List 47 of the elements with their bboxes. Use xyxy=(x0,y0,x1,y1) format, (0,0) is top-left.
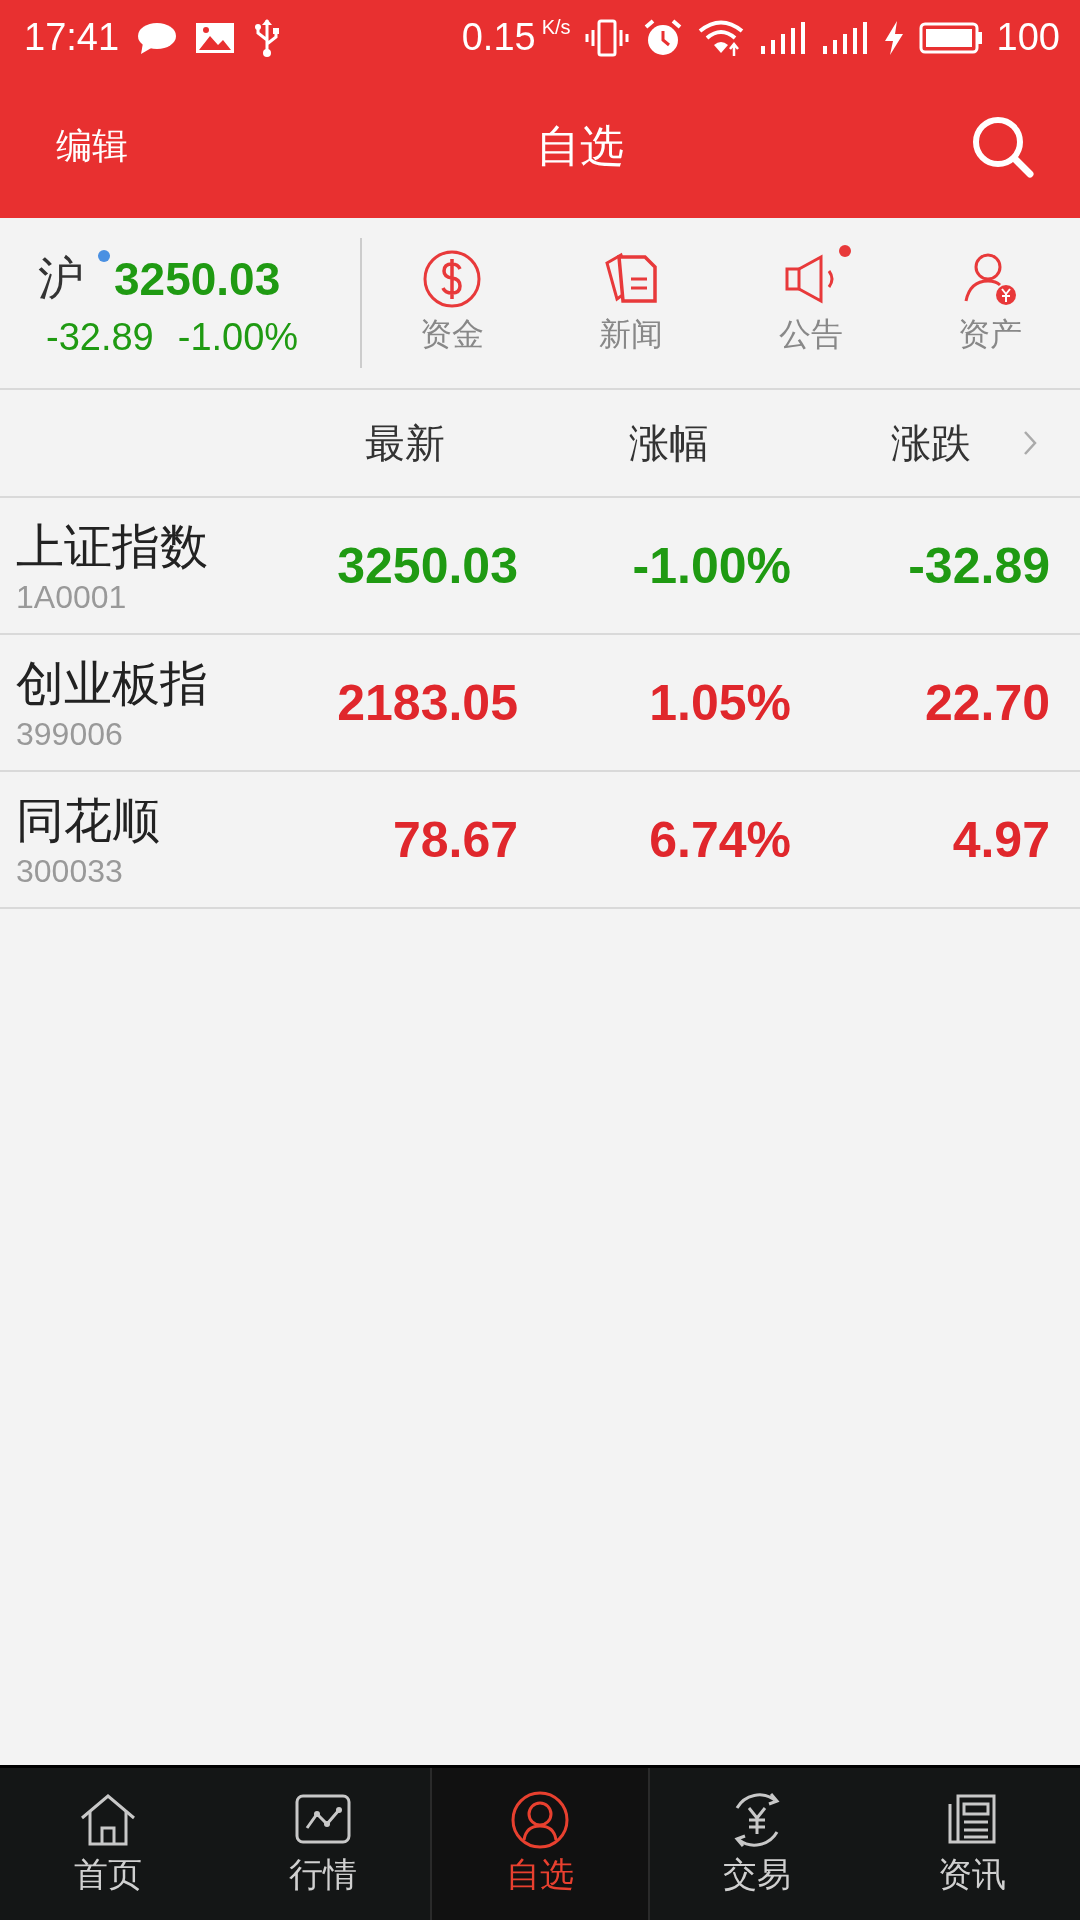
change-cell-text: 4.97 xyxy=(951,810,1050,869)
percent-cell-text: 1.05% xyxy=(648,673,791,732)
vibrate-icon xyxy=(584,17,629,58)
stock-code: 300033 xyxy=(16,853,124,890)
wifi-icon xyxy=(696,17,745,58)
user-circle-icon xyxy=(510,1790,570,1850)
nav-tab[interactable]: 行情 xyxy=(215,1768,431,1920)
stock-name: 上证指数 xyxy=(16,517,209,576)
stock-row[interactable]: 上证指数 1A0001 3250.03 -1.00% -32.89 xyxy=(0,498,1080,635)
signal-icon xyxy=(820,19,869,56)
column-header[interactable]: 最新 xyxy=(250,415,445,471)
chevron-right-icon xyxy=(1023,430,1037,456)
change-cell-text: 22.70 xyxy=(923,673,1050,732)
column-header[interactable]: 涨幅 xyxy=(445,415,709,471)
stock-row[interactable]: 创业板指 399006 2183.05 1.05% 22.70 xyxy=(0,635,1080,772)
status-time: 17:41 xyxy=(24,16,120,59)
stock-code: 399006 xyxy=(16,716,124,753)
dollar-coin-icon xyxy=(421,249,482,309)
nav-tab[interactable]: 首页 xyxy=(0,1768,216,1920)
index-summary[interactable]: 沪 3250.03 -32.89 -1.00% xyxy=(0,247,360,359)
stock-name: 创业板指 xyxy=(16,654,209,713)
nav-tab[interactable]: 资讯 xyxy=(864,1768,1080,1920)
index-change: -32.89 xyxy=(46,315,154,359)
index-percent: -1.00% xyxy=(177,315,299,359)
index-value: 3250.03 xyxy=(114,251,281,306)
charging-icon xyxy=(882,19,905,56)
percent-cell-text: 6.74% xyxy=(648,810,791,869)
price-cell-text: 3250.03 xyxy=(336,536,518,595)
chat-bubble-icon xyxy=(137,20,178,55)
price-cell-text: 78.67 xyxy=(391,810,518,869)
nav-tab[interactable]: 自选 xyxy=(430,1768,650,1920)
alarm-clock-icon xyxy=(642,17,683,58)
index-name: 沪 xyxy=(38,249,84,307)
page-title: 自选 xyxy=(536,119,624,173)
image-icon xyxy=(195,21,236,54)
price-cell-text: 2183.05 xyxy=(336,673,518,732)
percent-cell-text: -1.00% xyxy=(631,536,791,595)
edit-button[interactable]: 编辑 xyxy=(40,112,144,181)
battery-icon xyxy=(918,21,983,54)
battery-level: 100 xyxy=(996,16,1060,59)
signal-icon xyxy=(758,19,807,56)
stock-row[interactable]: 同花顺 300033 78.67 6.74% 4.97 xyxy=(0,772,1080,909)
change-cell-text: -32.89 xyxy=(907,536,1050,595)
usb-icon xyxy=(253,17,282,58)
stock-code: 1A0001 xyxy=(16,579,128,616)
nav-tab[interactable]: 交易 xyxy=(649,1768,865,1920)
stock-name: 同花顺 xyxy=(16,791,161,850)
